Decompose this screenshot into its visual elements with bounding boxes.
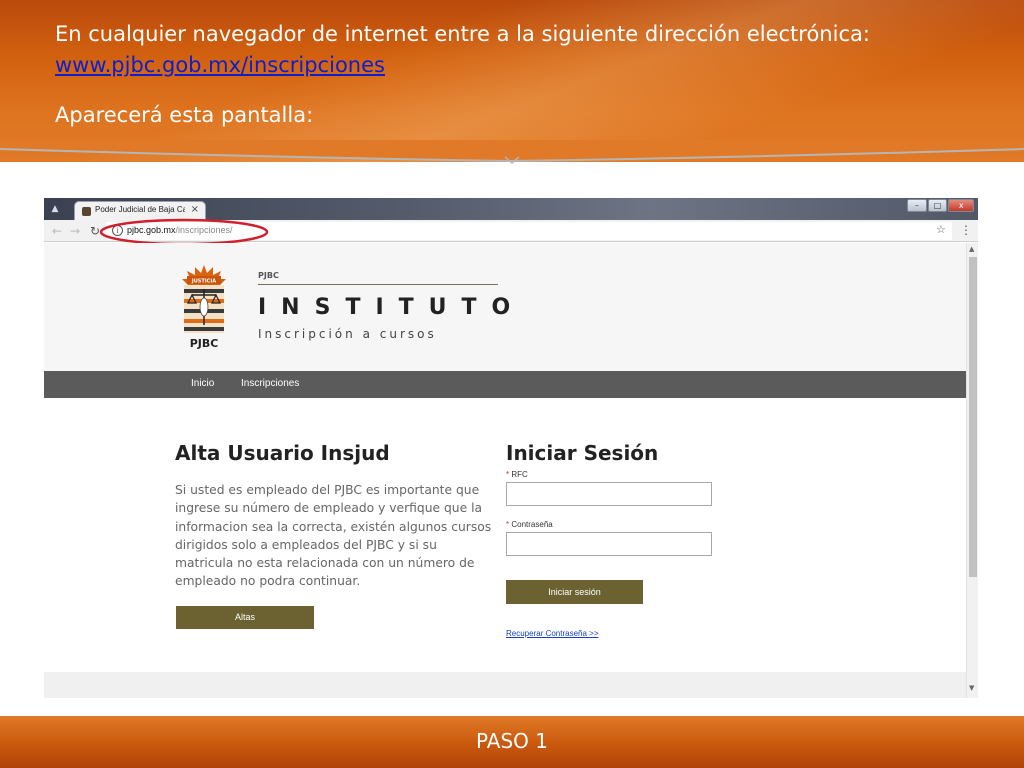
brand-divider [258, 284, 498, 285]
brand-title: INSTITUTO [258, 295, 526, 320]
header-screen-note: Aparecerá esta pantalla: [55, 103, 314, 127]
slide-footer: PASO 1 [0, 716, 1024, 768]
tab-close-icon[interactable]: × [191, 204, 199, 215]
tab-title: Poder Judicial de Baja Ca [95, 205, 185, 214]
site-header: JUSTICIA PJBC PJBC INSTITUTO Inscripción… [44, 243, 966, 371]
tab-favicon-icon [82, 207, 91, 216]
pjbc-logo: JUSTICIA PJBC [182, 265, 226, 350]
page-scrollbar[interactable]: ▲ ▼ [966, 243, 978, 698]
header-url-link[interactable]: www.pjbc.gob.mx/inscripciones [55, 50, 870, 81]
back-arrow-icon[interactable]: ← [50, 223, 64, 239]
brand-subtitle: Inscripción a cursos [258, 327, 437, 341]
slide-header: En cualquier navegador de internet entre… [0, 0, 1024, 162]
forward-arrow-icon[interactable]: → [68, 223, 82, 239]
rfc-label-text: RFC [511, 470, 528, 479]
menu-icon[interactable]: ⋮ [960, 223, 972, 237]
rfc-label: * RFC [506, 470, 528, 479]
required-mark: * [506, 520, 510, 529]
browser-window: ▲ Poder Judicial de Baja Ca × – □ x ← → … [44, 198, 978, 698]
password-field[interactable] [506, 532, 712, 556]
minimize-button[interactable]: – [907, 199, 927, 212]
app-user-icon: ▲ [51, 204, 59, 214]
login-title: Iniciar Sesión [506, 441, 659, 465]
altas-button[interactable]: Altas [176, 606, 314, 629]
page-footer-band [44, 672, 966, 698]
site-navbar: Inicio Inscripciones [44, 371, 966, 398]
password-label-text: Contraseña [511, 520, 553, 529]
maximize-button[interactable]: □ [927, 199, 948, 212]
login-button[interactable]: Iniciar sesión [506, 580, 643, 604]
brand-small-label: PJBC [258, 271, 279, 280]
header-instruction: En cualquier navegador de internet entre… [55, 22, 870, 46]
recover-password-link[interactable]: Recuperar Contraseña >> [506, 629, 599, 638]
header-text-block: En cualquier navegador de internet entre… [55, 19, 870, 131]
rfc-field[interactable] [506, 482, 712, 506]
nav-item-inicio[interactable]: Inicio [191, 378, 214, 389]
scroll-up-icon[interactable]: ▲ [969, 245, 974, 253]
required-mark: * [506, 470, 510, 479]
password-label: * Contraseña [506, 520, 553, 529]
logo-banner-text: JUSTICIA [191, 279, 216, 285]
step-label: PASO 1 [476, 729, 548, 753]
logo-caption: PJBC [190, 337, 219, 350]
signup-description: Si usted es empleado del PJBC es importa… [175, 483, 492, 589]
window-controls: – □ x [906, 199, 974, 213]
scroll-thumb[interactable] [969, 257, 977, 577]
web-page: JUSTICIA PJBC PJBC INSTITUTO Inscripción… [44, 243, 966, 698]
scroll-down-icon[interactable]: ▼ [969, 684, 974, 692]
nav-item-inscripciones[interactable]: Inscripciones [241, 378, 299, 389]
signup-title: Alta Usuario Insjud [175, 441, 390, 465]
close-window-button[interactable]: x [948, 199, 974, 212]
header-curve-divider [0, 140, 1024, 164]
star-icon[interactable]: ☆ [936, 223, 946, 236]
